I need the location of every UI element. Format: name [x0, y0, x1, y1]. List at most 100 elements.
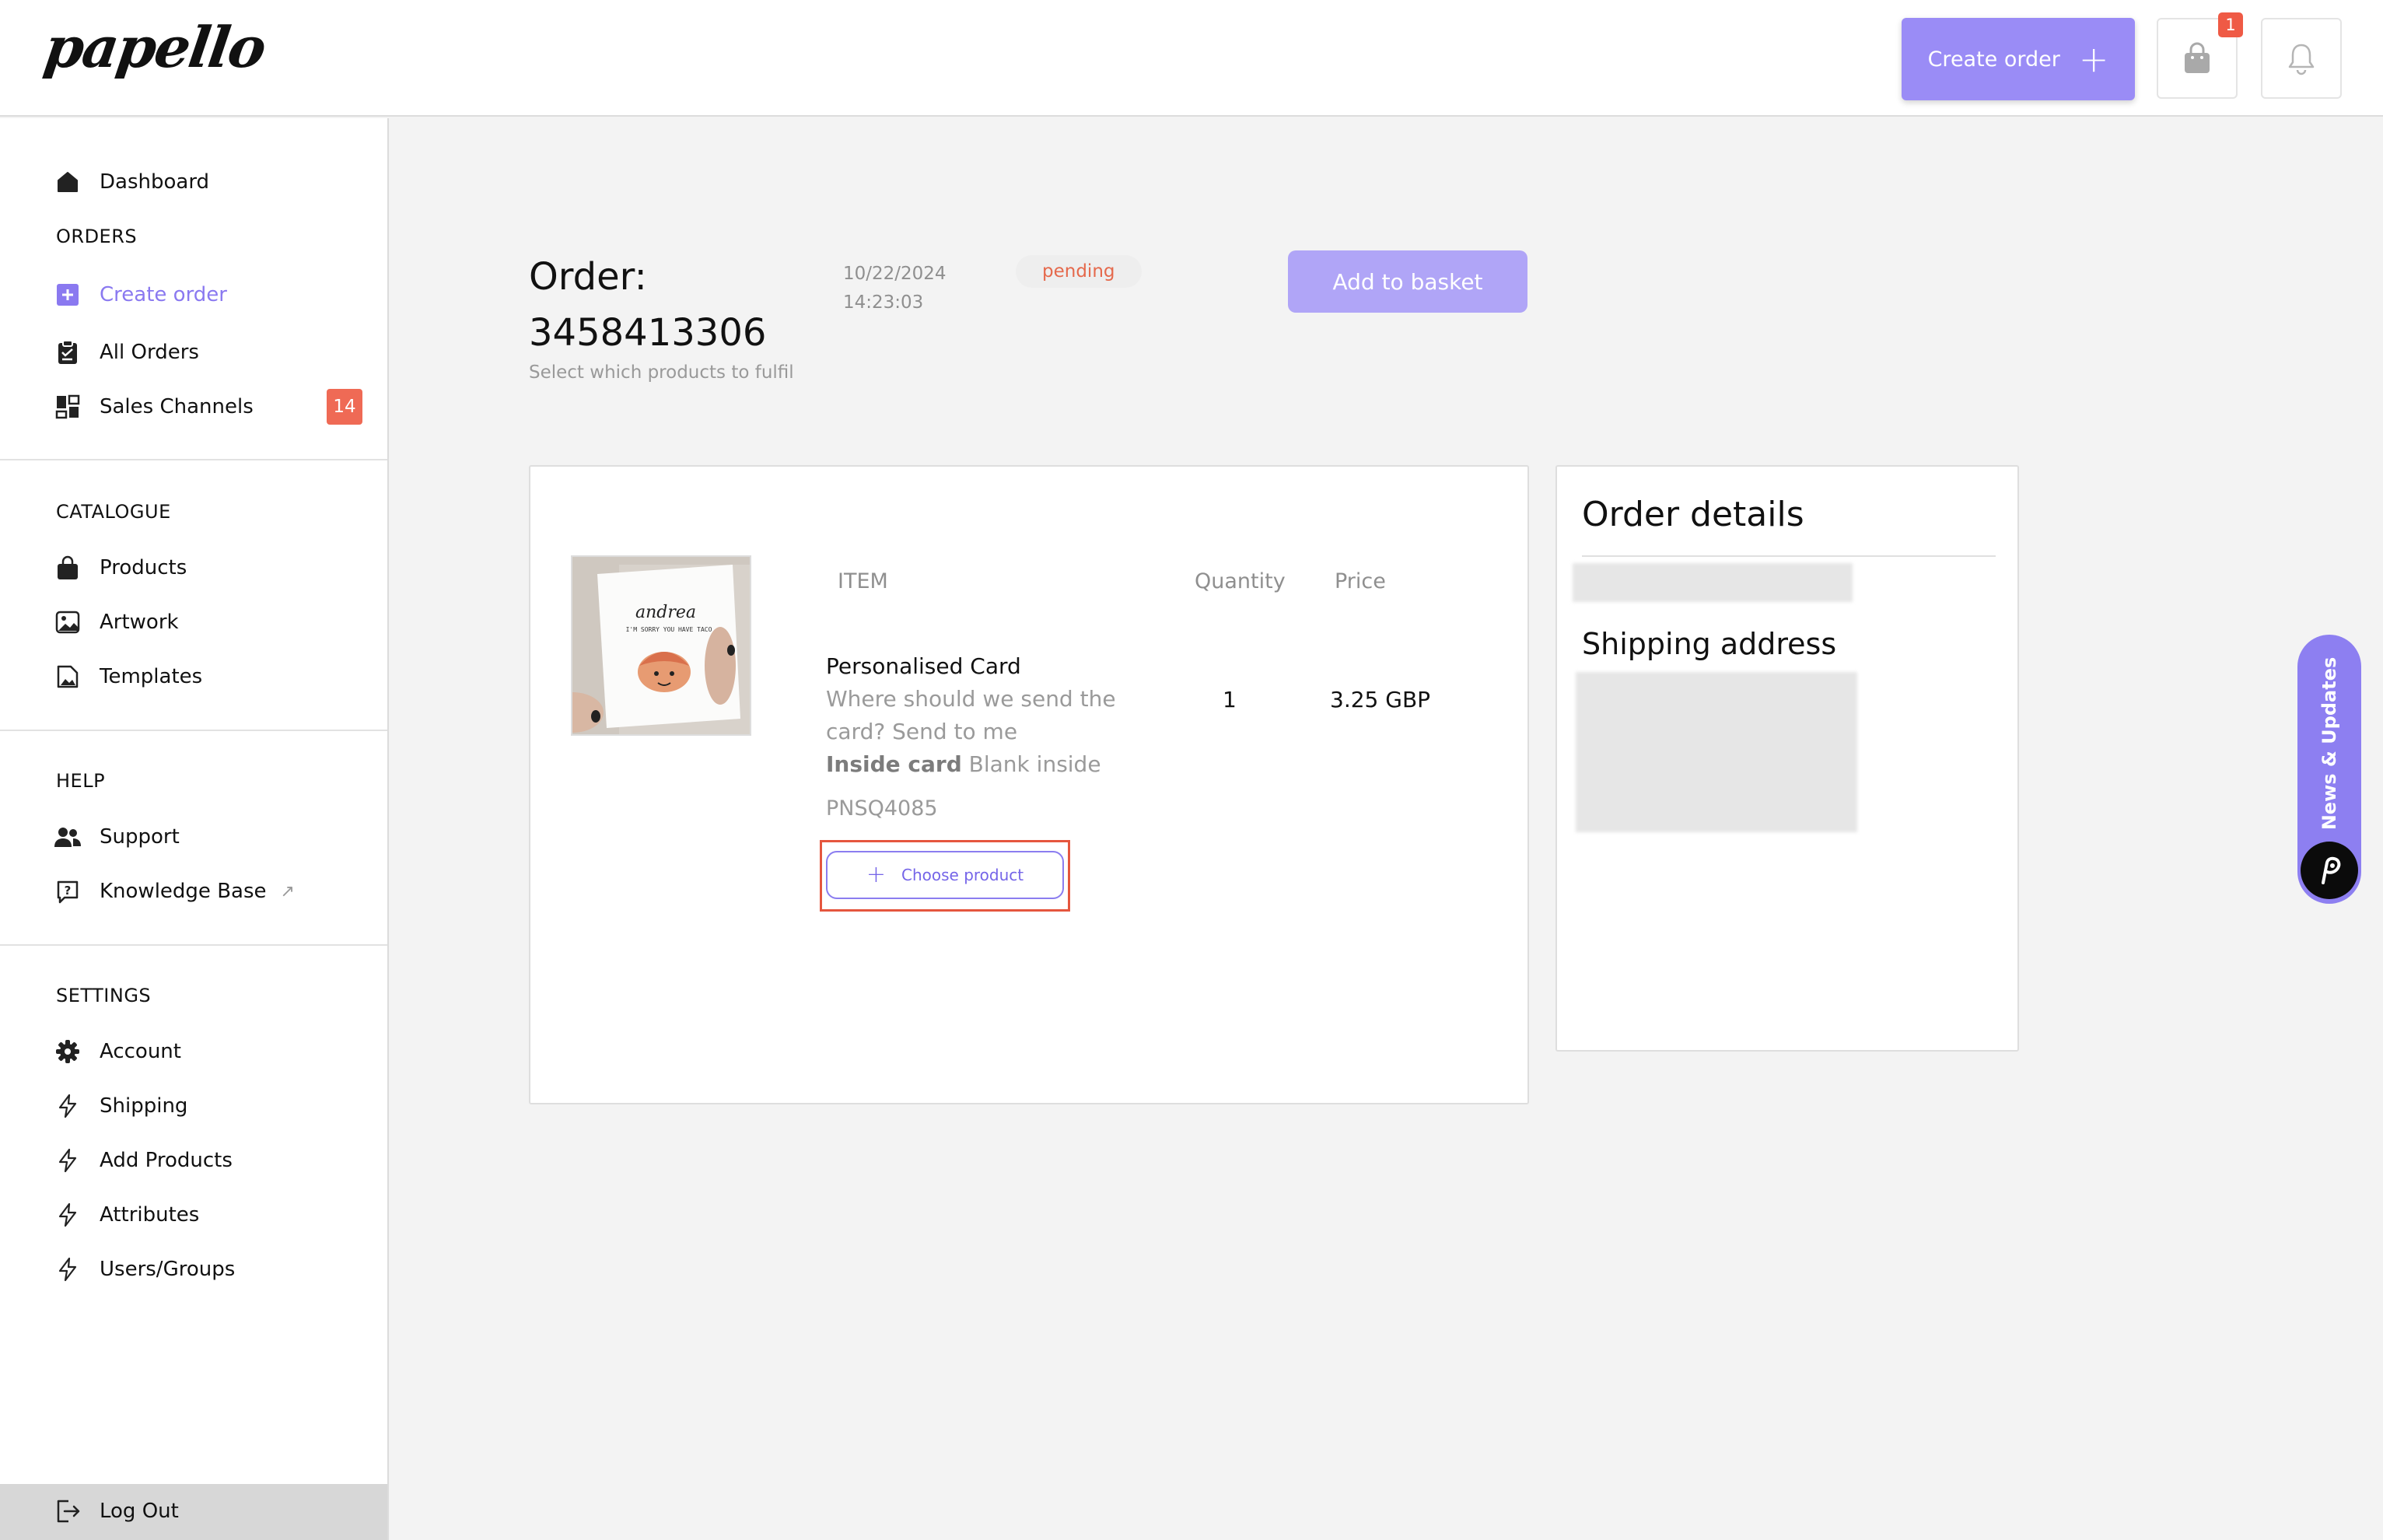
sidebar-item-support[interactable]: Support [54, 819, 366, 855]
gear-icon [54, 1038, 81, 1065]
order-number: 3458413306 [529, 311, 767, 355]
sidebar-item-label: Add Products [100, 1149, 233, 1172]
sidebar-item-products[interactable]: Products [54, 550, 366, 586]
order-title-label: Order: [529, 255, 647, 299]
notifications-button[interactable] [2261, 18, 2342, 99]
sidebar-item-artwork[interactable]: Artwork [54, 604, 366, 640]
sidebar-item-label: Knowledge Base [100, 880, 267, 903]
external-link-icon: ↗ [280, 881, 295, 901]
product-quantity: 1 [1223, 687, 1237, 712]
logout-bar: Log Out [0, 1484, 387, 1540]
users-icon [54, 824, 81, 850]
header-create-order-button[interactable]: Create order + [1902, 18, 2135, 100]
clipboard-icon [54, 339, 81, 366]
home-icon [54, 169, 81, 195]
sidebar-item-label: Sales Channels [100, 395, 254, 418]
catalogue-section-label: CATALOGUE [56, 501, 171, 523]
plus-icon: + [866, 861, 886, 888]
product-attribute-inside: Inside card Blank inside [826, 748, 1153, 781]
product-name: Personalised Card [826, 653, 1021, 679]
order-timestamp: 10/22/2024 14:23:03 [843, 260, 947, 317]
sidebar-item-shipping[interactable]: Shipping [54, 1088, 366, 1124]
status-badge: pending [1016, 255, 1142, 288]
create-order-label: Create order [1927, 47, 2060, 72]
shopping-bag-icon [2185, 42, 2210, 73]
sidebar-item-label: Create order [100, 283, 227, 306]
page-subtitle: Select which products to fulfil [529, 362, 794, 383]
order-date: 10/22/2024 [843, 264, 947, 284]
sidebar-item-add-products[interactable]: Add Products [54, 1143, 366, 1178]
attribute-value: Send to me [892, 719, 1018, 744]
sidebar-item-log-out[interactable]: Log Out [54, 1493, 366, 1529]
sidebar-item-label: Attributes [100, 1203, 200, 1227]
template-file-icon [54, 663, 81, 690]
papello-p-logo-icon [2301, 842, 2358, 899]
redacted-order-info [1573, 563, 1853, 602]
add-to-basket-button[interactable]: Add to basket [1288, 250, 1527, 313]
logout-icon [54, 1498, 81, 1524]
news-updates-label: News & Updates [2318, 656, 2340, 831]
sidebar-item-dashboard[interactable]: Dashboard [54, 164, 366, 200]
sidebar-item-label: Log Out [100, 1500, 179, 1523]
column-header-quantity: Quantity [1195, 569, 1286, 593]
sidebar-divider [0, 459, 387, 460]
lightning-icon [54, 1256, 81, 1283]
bell-icon [2288, 44, 2315, 75]
sidebar-item-label: Dashboard [100, 170, 210, 194]
card-name-text: andrea [635, 603, 696, 622]
help-section-label: HELP [56, 770, 106, 792]
sidebar-item-label: All Orders [100, 341, 199, 364]
sidebar-item-attributes[interactable]: Attributes [54, 1197, 366, 1233]
orders-section-label: ORDERS [56, 226, 138, 247]
sidebar: Dashboard ORDERS Create order All Orders… [0, 118, 389, 1540]
details-divider [1582, 555, 1996, 557]
order-details-title: Order details [1582, 495, 1804, 534]
sidebar-item-create-order[interactable]: Create order [54, 277, 366, 313]
sidebar-divider [0, 730, 387, 731]
sidebar-item-label: Support [100, 825, 180, 849]
sidebar-item-users-groups[interactable]: Users/Groups [54, 1251, 366, 1287]
cart-count-badge: 1 [2218, 12, 2243, 37]
image-icon [54, 609, 81, 635]
attribute-value: Blank inside [968, 751, 1101, 777]
sales-channels-count-badge: 14 [327, 389, 362, 425]
product-thumbnail: andrea I'M SORRY YOU HAVE TACO [571, 555, 751, 736]
column-header-item: ITEM [838, 569, 888, 593]
lightning-icon [54, 1093, 81, 1119]
plus-icon: + [2078, 38, 2109, 80]
svg-text:?: ? [65, 884, 72, 898]
sidebar-item-sales-channels[interactable]: Sales Channels [54, 389, 366, 425]
choose-product-button[interactable]: + Choose product [826, 851, 1064, 899]
sidebar-divider [0, 944, 387, 946]
card-message-text: I'M SORRY YOU HAVE TACO [626, 626, 712, 633]
help-bubble-icon: ? [54, 878, 81, 905]
redacted-shipping-address [1576, 672, 1857, 832]
page-title: Order: 3458413306 [529, 249, 766, 361]
grid-icon [54, 394, 81, 420]
order-time: 14:23:03 [843, 292, 924, 313]
greeting-card-image: andrea I'M SORRY YOU HAVE TACO [572, 557, 750, 734]
lightning-icon [54, 1147, 81, 1174]
sidebar-item-label: Products [100, 556, 187, 579]
sidebar-item-label: Shipping [100, 1094, 188, 1118]
attribute-label: Inside card [826, 751, 962, 777]
column-header-price: Price [1335, 569, 1386, 593]
product-price: 3.25 GBP [1330, 687, 1431, 712]
shopping-bag-icon [54, 555, 81, 581]
sidebar-item-knowledge-base[interactable]: ? Knowledge Base ↗ [54, 873, 366, 909]
sidebar-item-label: Users/Groups [100, 1258, 236, 1281]
news-updates-tab[interactable]: News & Updates [2297, 635, 2361, 904]
shipping-address-title: Shipping address [1582, 627, 1837, 661]
top-header: papello Create order + 1 [0, 0, 2383, 117]
sidebar-item-label: Artwork [100, 611, 179, 634]
plus-square-icon [54, 282, 81, 308]
sidebar-item-account[interactable]: Account [54, 1034, 366, 1069]
product-sku: PNSQ4085 [826, 796, 938, 821]
sidebar-item-label: Templates [100, 665, 203, 688]
choose-product-label: Choose product [901, 866, 1024, 884]
sidebar-item-templates[interactable]: Templates [54, 659, 366, 695]
sidebar-item-label: Account [100, 1040, 181, 1063]
lightning-icon [54, 1202, 81, 1228]
sidebar-item-all-orders[interactable]: All Orders [54, 334, 366, 370]
papello-logo[interactable]: papello [40, 14, 269, 80]
